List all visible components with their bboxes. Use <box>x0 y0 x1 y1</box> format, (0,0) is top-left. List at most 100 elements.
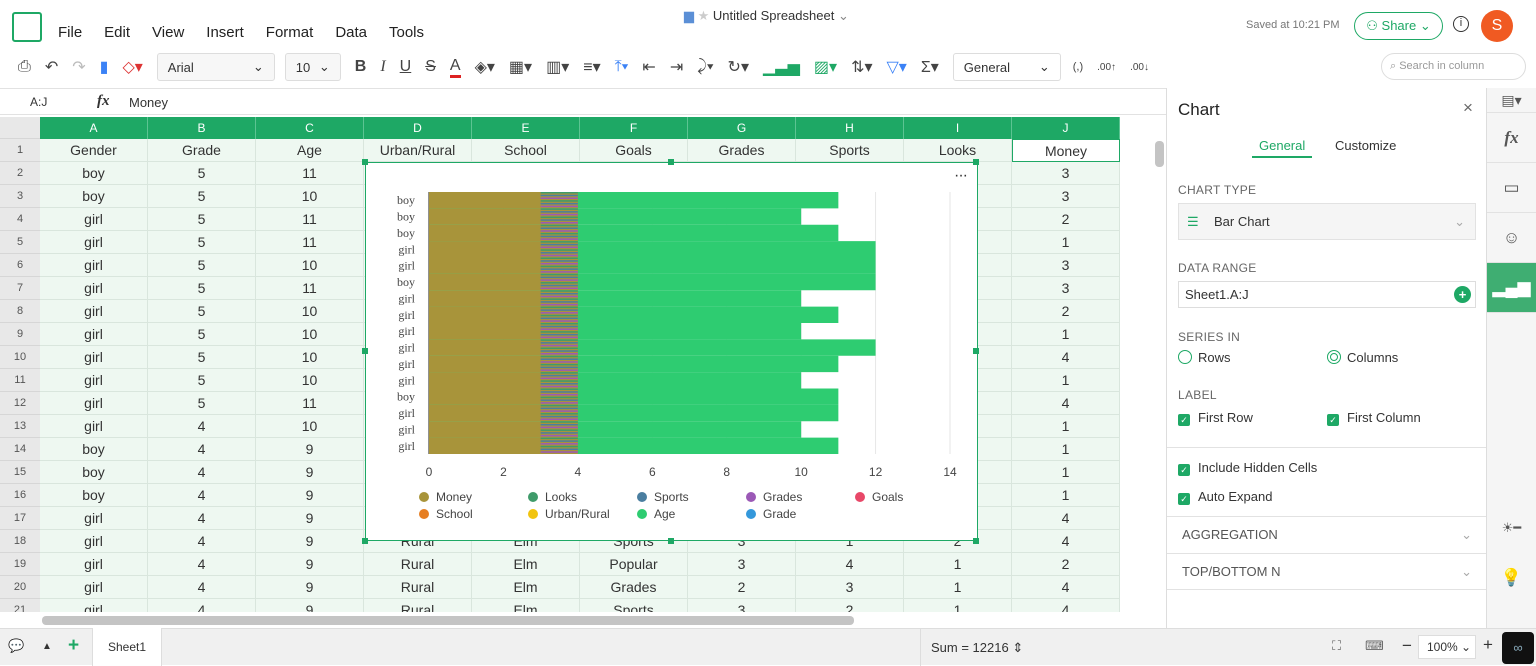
cell[interactable]: 10 <box>256 300 364 323</box>
row-header[interactable]: 8 <box>0 300 40 323</box>
cell[interactable]: 10 <box>256 369 364 392</box>
cell[interactable]: 3 <box>688 599 796 612</box>
keyboard-icon[interactable]: ⌨ <box>1365 638 1384 654</box>
zoom-select[interactable]: 100% ⌄ <box>1418 635 1476 659</box>
underline-button[interactable]: U <box>400 58 412 76</box>
cell[interactable]: 5 <box>148 208 256 231</box>
cell[interactable]: 4 <box>796 553 904 576</box>
tab-general[interactable]: General <box>1252 138 1313 158</box>
add-range-icon[interactable]: + <box>1454 286 1471 303</box>
links-icon[interactable]: ∞ <box>1502 632 1534 664</box>
cell[interactable]: Rural <box>364 576 472 599</box>
cell[interactable]: 5 <box>148 392 256 415</box>
chevron-down-icon[interactable]: ⌄ <box>838 8 849 23</box>
sum-status[interactable]: Sum = 12216 ⇕ <box>920 629 1023 666</box>
cell[interactable]: girl <box>40 254 148 277</box>
cell[interactable]: 10 <box>256 323 364 346</box>
cell[interactable]: girl <box>40 323 148 346</box>
avatar[interactable]: S <box>1481 10 1513 42</box>
resize-handle[interactable] <box>362 538 368 544</box>
cell[interactable]: 1 <box>1012 369 1120 392</box>
zoom-out-button[interactable]: − <box>1402 636 1412 656</box>
checkbox-include-hidden[interactable]: ✓ Include Hidden Cells <box>1178 460 1317 476</box>
cell[interactable]: 4 <box>148 415 256 438</box>
cell[interactable]: Elm <box>472 599 580 612</box>
column-header-A[interactable]: A <box>40 117 148 139</box>
cell[interactable]: 5 <box>148 254 256 277</box>
resize-handle[interactable] <box>362 159 368 165</box>
radio-columns[interactable]: Columns <box>1327 350 1398 365</box>
column-header-C[interactable]: C <box>256 117 364 139</box>
insert-chart-icon[interactable]: ▁▃▅ <box>763 57 800 77</box>
cell[interactable]: 11 <box>256 162 364 185</box>
cell[interactable]: 4 <box>148 599 256 612</box>
cell[interactable]: 11 <box>256 392 364 415</box>
cell[interactable]: 9 <box>256 484 364 507</box>
row-header[interactable]: 3 <box>0 185 40 208</box>
radio-rows[interactable]: Rows <box>1178 350 1231 365</box>
row-header[interactable]: 16 <box>0 484 40 507</box>
cell[interactable]: 4 <box>1012 346 1120 369</box>
cell[interactable]: Grade <box>148 139 256 162</box>
checkbox-auto-expand[interactable]: ✓ Auto Expand <box>1178 489 1272 505</box>
cell[interactable]: Money <box>1012 139 1120 162</box>
idea-bulb-icon[interactable]: 💡 <box>1487 553 1536 603</box>
menu-insert[interactable]: Insert <box>206 24 244 41</box>
row-header[interactable]: 19 <box>0 553 40 576</box>
cell[interactable]: 11 <box>256 277 364 300</box>
rotate-text-icon[interactable]: ↻▾ <box>728 57 749 77</box>
menu-tools[interactable]: Tools <box>389 24 424 41</box>
search-in-column-input[interactable]: ⌕ Search in column <box>1381 53 1526 80</box>
menu-edit[interactable]: Edit <box>104 24 130 41</box>
bold-button[interactable]: B <box>355 58 367 76</box>
cell[interactable]: boy <box>40 461 148 484</box>
cell[interactable]: 9 <box>256 599 364 612</box>
redo-icon[interactable]: ↷ <box>72 57 85 77</box>
column-header-D[interactable]: D <box>364 117 472 139</box>
cell[interactable]: 5 <box>148 277 256 300</box>
topn-section[interactable]: TOP/BOTTOM N ⌄ <box>1167 553 1487 590</box>
column-header-F[interactable]: F <box>580 117 688 139</box>
column-header-G[interactable]: G <box>688 117 796 139</box>
data-range-input[interactable]: Sheet1.A:J + <box>1178 281 1476 308</box>
cell[interactable]: 5 <box>148 323 256 346</box>
resize-handle[interactable] <box>362 348 368 354</box>
wrap-text-icon[interactable]: ⤸▾ <box>697 58 713 76</box>
cell[interactable]: 4 <box>1012 530 1120 553</box>
resize-handle[interactable] <box>668 159 674 165</box>
row-header[interactable]: 17 <box>0 507 40 530</box>
column-header-J[interactable]: J <box>1012 117 1120 139</box>
cell[interactable]: 1 <box>904 553 1012 576</box>
cell[interactable]: boy <box>40 484 148 507</box>
comma-style-button[interactable]: (,) <box>1073 61 1083 73</box>
cell[interactable]: 5 <box>148 300 256 323</box>
formula-input[interactable]: Money <box>129 95 168 110</box>
row-header[interactable]: 7 <box>0 277 40 300</box>
cell[interactable]: 4 <box>1012 507 1120 530</box>
align-left-icon[interactable]: ≡▾ <box>583 57 600 77</box>
cell[interactable]: 1 <box>1012 484 1120 507</box>
cell[interactable]: Grades <box>580 576 688 599</box>
cell[interactable]: Elm <box>472 553 580 576</box>
cell[interactable]: Rural <box>364 599 472 612</box>
cell[interactable]: girl <box>40 277 148 300</box>
cell[interactable]: 9 <box>256 507 364 530</box>
cell[interactable]: 9 <box>256 576 364 599</box>
cell[interactable]: 4 <box>148 507 256 530</box>
font-size-select[interactable]: 10 ⌄ <box>284 53 341 81</box>
cell[interactable]: girl <box>40 392 148 415</box>
decrease-decimal-icon[interactable]: .00↓ <box>1130 62 1149 73</box>
cell[interactable]: 11 <box>256 208 364 231</box>
tab-sheet1[interactable]: Sheet1 <box>92 628 162 666</box>
vertical-align-icon[interactable]: ⤒▾ <box>615 58 629 76</box>
cell[interactable]: 9 <box>256 438 364 461</box>
column-header-I[interactable]: I <box>904 117 1012 139</box>
menu-data[interactable]: Data <box>335 24 367 41</box>
cell[interactable]: 1 <box>1012 323 1120 346</box>
cell[interactable]: 9 <box>256 461 364 484</box>
resize-handle[interactable] <box>973 348 979 354</box>
cell[interactable]: 10 <box>256 254 364 277</box>
cell[interactable]: 1 <box>1012 231 1120 254</box>
insert-image-icon[interactable]: ▨▾ <box>814 57 837 77</box>
cell[interactable]: 2 <box>1012 300 1120 323</box>
